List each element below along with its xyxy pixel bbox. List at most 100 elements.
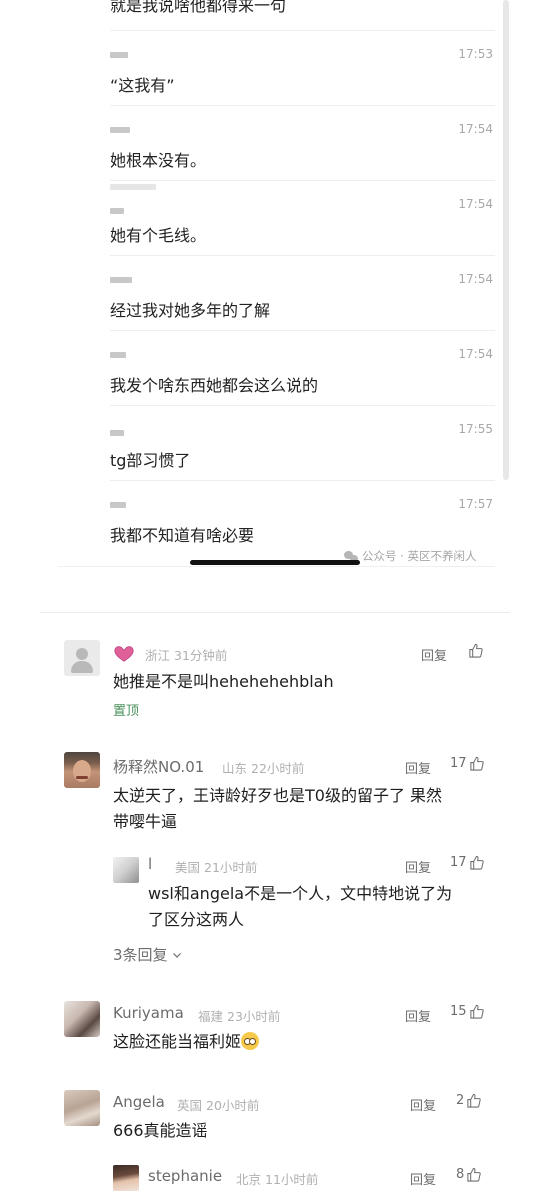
like-button[interactable]: 17 (450, 756, 484, 771)
chat-message: 17:54 我发个啥东西她都会这么说的 (60, 330, 495, 405)
watermark-text: 公众号 · 英区不养闲人 (362, 549, 477, 563)
divider (110, 180, 495, 181)
like-button[interactable]: 8 (456, 1167, 481, 1182)
thumb-up-icon (469, 1004, 484, 1019)
redacted-name (110, 184, 156, 190)
scrollbar[interactable] (503, 0, 509, 480)
chat-message: 17:53 “这我有” (60, 30, 495, 105)
comment-meta: 福建 23小时前 (198, 1009, 281, 1024)
thumb-up-icon (467, 1093, 481, 1108)
heart-icon (114, 646, 134, 662)
thumb-up-icon (469, 756, 484, 771)
comment-meta: 美国 21小时前 (175, 860, 258, 875)
avatar[interactable] (113, 1165, 139, 1191)
redacted-name (110, 277, 132, 283)
message-text: 她根本没有。 (110, 151, 207, 170)
comment-line: 太逆天了，王诗龄好歹也是T0级的留子了 果然 (113, 786, 443, 805)
pinned-badge: 置顶 (113, 704, 140, 719)
reply-button[interactable]: 回复 (405, 758, 431, 777)
reply-button[interactable]: 回复 (410, 1095, 436, 1114)
avatar[interactable] (64, 640, 100, 676)
username[interactable]: Angela (113, 1093, 165, 1111)
redacted-name (110, 127, 130, 133)
message-time: 17:55 (458, 422, 493, 436)
flushed-emoji-icon (241, 1032, 260, 1050)
comment-line: 这脸还能当福利姬 (113, 1032, 242, 1051)
reply-button[interactable]: 回复 (421, 645, 447, 664)
message-time: 17:54 (458, 122, 493, 136)
message-time: 17:53 (458, 47, 493, 61)
message-text: 我都不知道有啥必要 (110, 526, 255, 545)
like-button[interactable] (468, 643, 483, 658)
watermark: 公众号 · 英区不养闲人 (344, 548, 476, 564)
comment-text: 这脸还能当福利姬 (113, 1029, 260, 1055)
chat-message: 17:57 我都不知道有啥必要 (60, 480, 495, 555)
like-count: 15 (450, 1004, 467, 1019)
like-button[interactable]: 15 (450, 1004, 484, 1019)
message-text: “这我有” (110, 76, 175, 95)
comment-text: 666真能造谣 (113, 1121, 208, 1140)
chat-message: 17:54 她有个毛线。 (60, 180, 495, 255)
message-time: 17:57 (458, 497, 493, 511)
thumb-up-icon (469, 855, 484, 870)
chat-message: 17:54 经过我对她多年的了解 (60, 255, 495, 330)
comment-line: 带嘤牛逼 (113, 812, 178, 831)
avatar[interactable] (64, 752, 100, 788)
comment-meta: 北京 11小时前 (236, 1172, 319, 1187)
reply-text: wsl和angela不是一个人，文中特地说了为 了区分这两人 (148, 881, 452, 933)
comment-line: wsl和angela不是一个人，文中特地说了为 (148, 884, 453, 903)
chat-message: 17:55 tg部习惯了 (60, 405, 495, 480)
more-replies-button[interactable]: 3条回复 (113, 944, 182, 965)
message-text: 我发个啥东西她都会这么说的 (110, 376, 319, 395)
comment-meta: 英国 20小时前 (177, 1098, 260, 1113)
like-button[interactable]: 17 (450, 855, 484, 870)
divider (110, 30, 495, 31)
chat-screenshot: 就是我说啥他都得来一句 17:53 “这我有” 17:54 她根本没有。 17:… (0, 0, 553, 575)
like-count: 17 (450, 756, 467, 771)
divider (58, 566, 495, 567)
chat-top-text: 就是我说啥他都得来一句 (110, 0, 287, 15)
message-text: 经过我对她多年的了解 (110, 301, 271, 320)
divider (110, 330, 495, 331)
divider (110, 255, 495, 256)
comment-meta: 浙江 31分钟前 (145, 648, 228, 663)
redacted-name (110, 208, 124, 214)
redacted-name (110, 352, 126, 358)
message-text: tg部习惯了 (110, 451, 191, 470)
chevron-down-icon (172, 952, 181, 958)
thumb-up-icon (469, 643, 483, 658)
redacted-name (110, 430, 124, 436)
like-button[interactable]: 2 (456, 1093, 481, 1108)
reply-button[interactable]: 回复 (405, 857, 431, 876)
divider (110, 105, 495, 106)
avatar[interactable] (64, 1001, 100, 1037)
redacted-name (110, 502, 126, 508)
username[interactable]: Kuriyama (113, 1004, 184, 1022)
avatar[interactable] (64, 1090, 100, 1126)
username[interactable]: stephanie (148, 1167, 222, 1185)
divider (110, 405, 495, 406)
reply-button[interactable]: 回复 (410, 1169, 436, 1188)
message-time: 17:54 (458, 272, 493, 286)
redacted-name (110, 52, 128, 58)
like-count: 8 (456, 1167, 465, 1182)
avatar[interactable] (113, 857, 139, 883)
section-divider (40, 612, 510, 613)
username[interactable]: l (148, 855, 152, 873)
message-time: 17:54 (458, 197, 493, 211)
like-count: 17 (450, 855, 467, 870)
username[interactable]: 杨释然NO.01 (113, 756, 204, 777)
comment-text: 她推是不是叫hehehehehblah (113, 672, 334, 691)
comment-line: 了区分这两人 (148, 910, 245, 929)
like-count: 2 (456, 1093, 465, 1108)
reply-button[interactable]: 回复 (405, 1006, 431, 1025)
divider (110, 480, 495, 481)
home-indicator (190, 560, 360, 565)
chat-message: 17:54 她根本没有。 (60, 105, 495, 180)
more-replies-label: 3条回复 (113, 946, 168, 964)
message-text: 她有个毛线。 (110, 226, 207, 245)
message-time: 17:54 (458, 347, 493, 361)
comment-text: 太逆天了，王诗龄好歹也是T0级的留子了 果然 带嘤牛逼 (113, 783, 442, 835)
thumb-up-icon (467, 1167, 481, 1182)
comment-meta: 山东 22小时前 (222, 761, 305, 776)
